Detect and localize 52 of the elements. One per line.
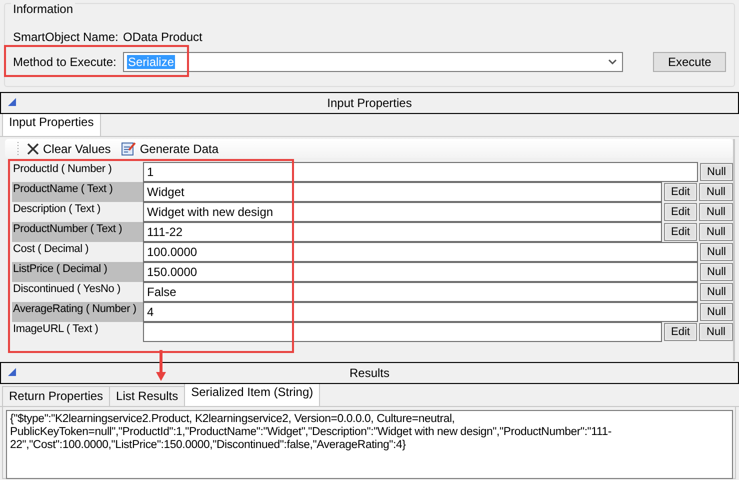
output-text-area[interactable]: {"$type":"K2learningservice2.Product, K2learningservice2, Version=0.0.0.0, Culture=neutral, PublicKeyToken=null","ProductId":1,"ProductName":"Widget","Description":"Widget with new design","ProductNumber":"111- 22","Cost":100.0000,"ListPrice":150.0000,"Discontinued":false,"AverageRating":4} bbox=[6, 410, 733, 479]
property-label: AverageRating ( Number ) bbox=[12, 302, 143, 322]
field-label: SmartObject Name: bbox=[13, 30, 120, 44]
input-field[interactable]: 100.0000 bbox=[143, 242, 698, 262]
section-title: Results bbox=[349, 366, 390, 380]
null-button[interactable]: Null bbox=[699, 203, 733, 221]
input-field[interactable]: False bbox=[143, 282, 698, 302]
edit-button[interactable]: Edit bbox=[664, 223, 697, 241]
smartobject-name: OData Product bbox=[123, 30, 202, 44]
edit-button[interactable]: Edit bbox=[664, 323, 697, 341]
group-title: Information bbox=[11, 2, 76, 16]
section-title: Input Properties bbox=[327, 96, 412, 110]
null-button[interactable]: Null bbox=[700, 263, 733, 281]
section-header[interactable]: Input Properties bbox=[0, 92, 739, 114]
edit-form-icon bbox=[120, 141, 136, 156]
property-label: Description ( Text ) bbox=[12, 202, 102, 217]
section-header[interactable]: Results bbox=[0, 362, 739, 384]
tab[interactable]: Input Properties bbox=[2, 113, 101, 136]
field-label: Method to Execute: bbox=[13, 55, 118, 69]
null-button[interactable]: Null bbox=[699, 183, 733, 201]
toolbar-button[interactable]: Clear Values bbox=[25, 142, 113, 156]
property-label: Cost ( Decimal ) bbox=[12, 242, 90, 257]
property-label: ImageURL ( Text ) bbox=[12, 322, 100, 337]
edit-button[interactable]: Edit bbox=[664, 203, 697, 221]
null-button[interactable]: Null bbox=[699, 223, 733, 241]
null-button[interactable]: Null bbox=[700, 303, 733, 321]
null-button[interactable]: Null bbox=[699, 323, 733, 341]
tab[interactable]: Return Properties bbox=[2, 386, 110, 406]
property-label: ProductNumber ( Text ) bbox=[12, 222, 143, 242]
close-icon bbox=[27, 142, 39, 154]
toolbar-button[interactable]: Generate Data bbox=[118, 141, 221, 156]
null-button[interactable]: Null bbox=[700, 163, 733, 181]
input-field[interactable]: 150.0000 bbox=[143, 262, 698, 282]
arrow bbox=[156, 350, 166, 382]
input-field[interactable]: 4 bbox=[143, 302, 698, 322]
collapse-icon bbox=[8, 368, 16, 376]
tab[interactable]: Serialized Item (String) bbox=[184, 383, 320, 406]
property-label: Discontinued ( YesNo ) bbox=[12, 282, 122, 297]
input-field[interactable]: Widget with new design bbox=[143, 202, 662, 222]
edit-button[interactable]: Edit bbox=[664, 183, 697, 201]
execute-button[interactable]: Execute bbox=[653, 52, 726, 72]
input-field[interactable] bbox=[143, 322, 662, 342]
null-button[interactable]: Null bbox=[700, 283, 733, 301]
input-field[interactable]: Widget bbox=[143, 182, 662, 202]
property-label: ProductId ( Number ) bbox=[12, 162, 113, 177]
input-field[interactable]: 111-22 bbox=[143, 222, 662, 242]
input-field[interactable]: 1 bbox=[143, 162, 698, 182]
collapse-icon bbox=[8, 98, 16, 106]
property-label: ProductName ( Text ) bbox=[12, 182, 143, 202]
property-label: ListPrice ( Decimal ) bbox=[12, 262, 143, 282]
null-button[interactable]: Null bbox=[700, 243, 733, 261]
chevron-down-icon bbox=[608, 59, 618, 65]
